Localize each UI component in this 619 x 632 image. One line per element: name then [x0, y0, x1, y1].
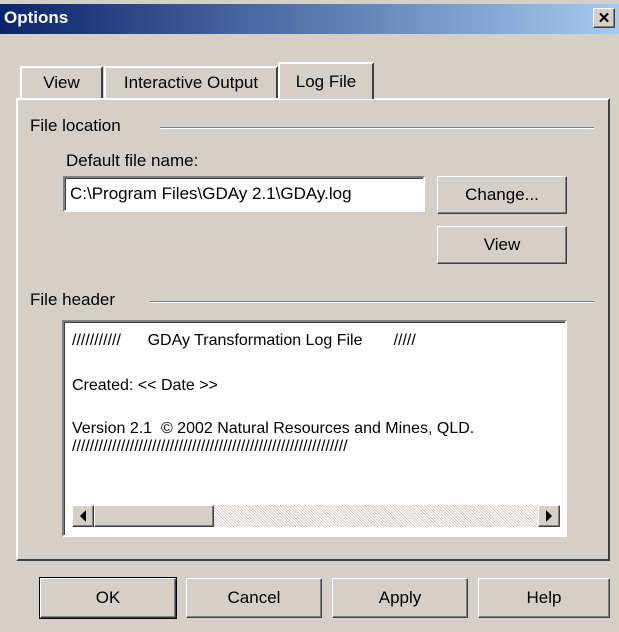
file-location-group-label: File location	[30, 116, 129, 136]
file-header-textarea[interactable]: /////////// GDAy Transformation Log File…	[62, 320, 567, 537]
scroll-right-arrow-icon	[546, 510, 552, 522]
file-header-group-label: File header	[30, 290, 124, 310]
tab-view[interactable]: View	[20, 66, 103, 98]
scroll-left-button[interactable]	[72, 505, 94, 527]
title-bar: Options ✕	[0, 4, 619, 34]
tab-interactive-output-label: Interactive Output	[123, 73, 259, 92]
scrollbar-thumb[interactable]	[94, 505, 214, 527]
tab-interactive-output[interactable]: Interactive Output	[104, 66, 278, 98]
cancel-button[interactable]: Cancel	[186, 578, 322, 618]
window-title: Options	[4, 8, 69, 27]
tab-log-file[interactable]: Log File	[278, 62, 374, 99]
file-header-line-3: Created: << Date >>	[72, 377, 218, 394]
file-location-divider	[160, 127, 594, 129]
tab-view-label: View	[43, 73, 80, 92]
scroll-right-button[interactable]	[538, 505, 560, 527]
view-button-label: View	[483, 235, 521, 254]
tab-log-file-label: Log File	[295, 71, 357, 91]
ok-button-label: OK	[95, 588, 121, 607]
file-header-divider	[150, 301, 594, 303]
file-header-line-1: /////////// GDAy Transformation Log File…	[72, 332, 416, 349]
default-file-name-value: C:\Program Files\GDAy 2.1\GDAy.log	[70, 184, 352, 203]
default-file-name-field[interactable]: C:\Program Files\GDAy 2.1\GDAy.log	[63, 176, 425, 212]
apply-button[interactable]: Apply	[332, 578, 468, 618]
help-button-label: Help	[526, 588, 562, 607]
file-header-line-5: Version 2.1 © 2002 Natural Resources and…	[72, 420, 475, 437]
scroll-left-arrow-icon	[80, 510, 86, 522]
ok-button[interactable]: OK	[39, 577, 177, 619]
options-dialog: Options ✕ View Interactive Output Log Fi…	[0, 0, 619, 632]
cancel-button-label: Cancel	[227, 588, 281, 607]
file-header-line-6: ////////////////////////////////////////…	[72, 438, 348, 455]
apply-button-label: Apply	[378, 588, 422, 607]
change-button-label: Change...	[465, 185, 539, 204]
horizontal-scrollbar[interactable]	[72, 505, 560, 527]
change-button[interactable]: Change...	[437, 176, 567, 214]
view-button[interactable]: View	[437, 226, 567, 264]
close-button[interactable]: ✕	[593, 8, 615, 28]
close-icon: ✕	[597, 9, 611, 27]
default-file-name-label: Default file name:	[66, 151, 199, 170]
help-button[interactable]: Help	[478, 578, 610, 618]
